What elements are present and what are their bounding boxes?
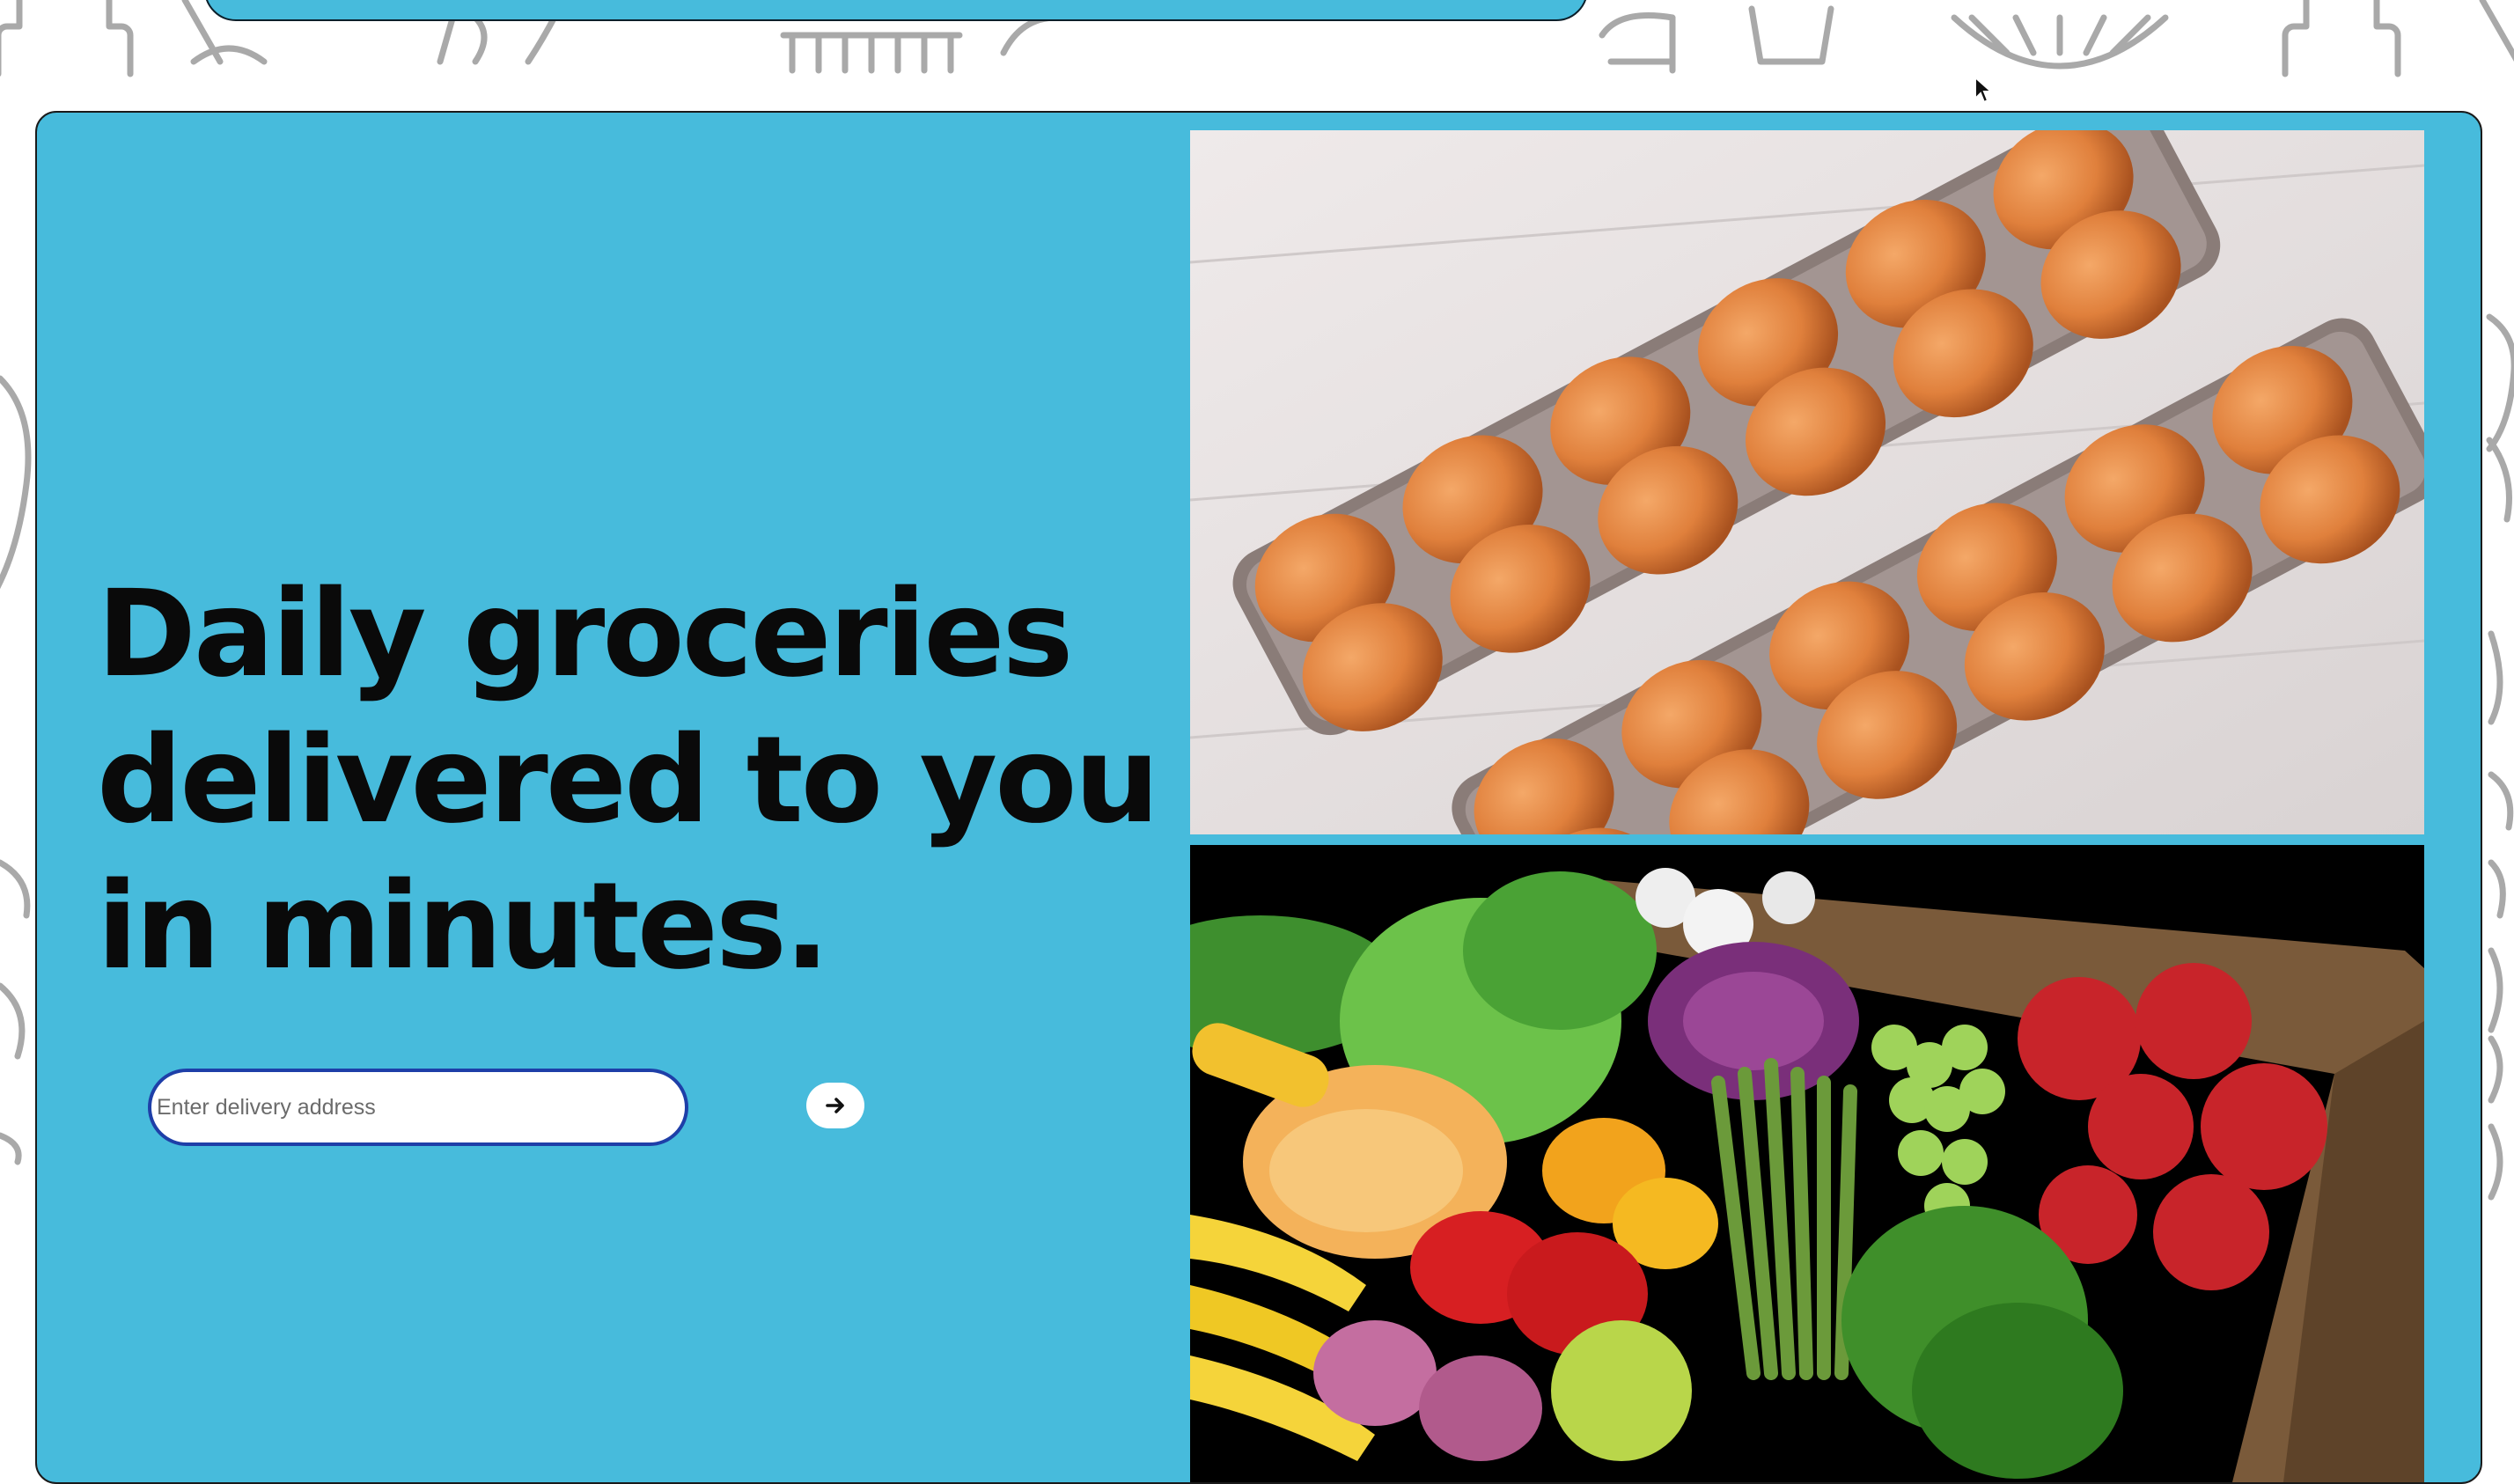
fresh-produce-crate-image	[1190, 845, 2424, 1482]
hero-section: Daily groceries delivered to you in minu…	[35, 111, 2482, 1484]
hero-headline: Daily groceries delivered to you in minu…	[97, 565, 1159, 996]
eggs-in-cartons-image	[1190, 130, 2424, 834]
delivery-address-form	[148, 1069, 864, 1150]
delivery-address-input[interactable]	[148, 1069, 688, 1146]
submit-address-button[interactable]	[806, 1083, 864, 1128]
mouse-cursor-icon	[1974, 76, 1993, 104]
top-navigation-bar	[204, 0, 1588, 21]
arrow-right-icon	[826, 1098, 844, 1113]
